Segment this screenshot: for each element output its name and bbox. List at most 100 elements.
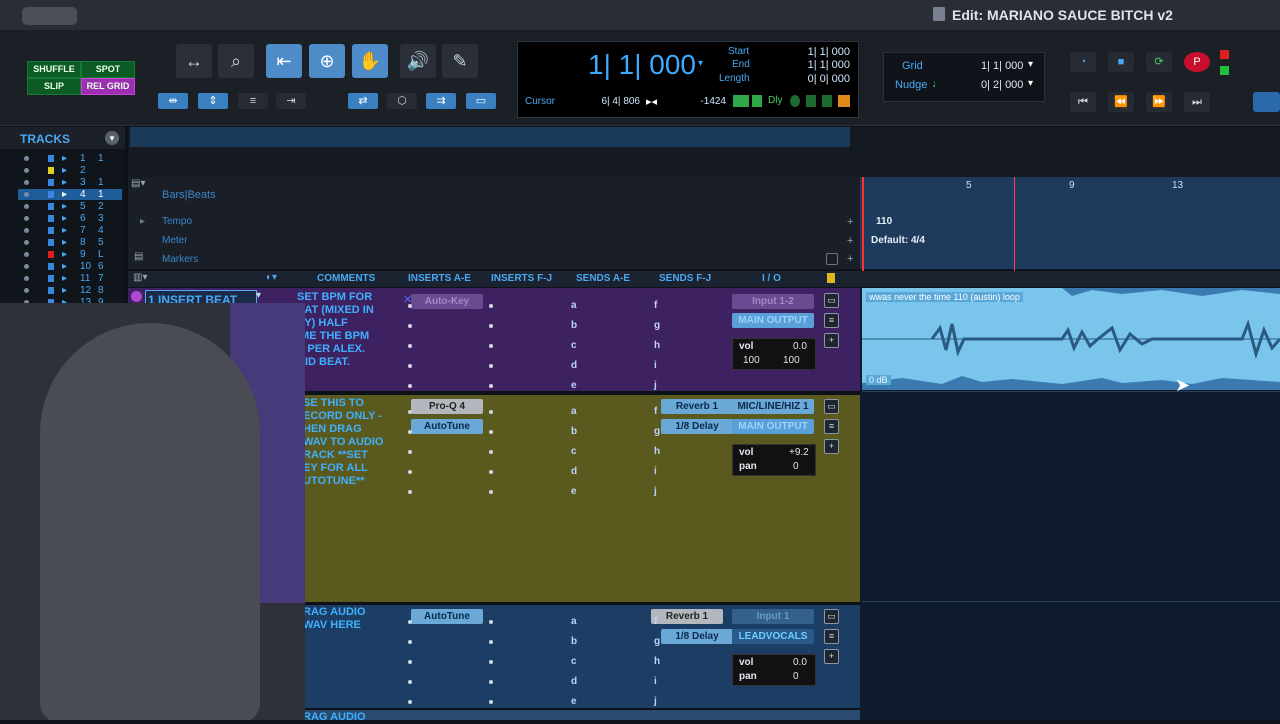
send-slot-letter[interactable]: i bbox=[654, 466, 657, 477]
window-control-button[interactable] bbox=[22, 7, 77, 25]
send-slot-letter[interactable]: d bbox=[571, 466, 577, 477]
record-icon[interactable]: P bbox=[1184, 52, 1210, 72]
add-send-icon[interactable]: + bbox=[824, 649, 839, 664]
magnifier-icon[interactable]: ⌕ bbox=[218, 44, 254, 78]
pause-icon[interactable] bbox=[1253, 92, 1280, 112]
chevron-down-icon[interactable]: ▾ bbox=[1028, 78, 1033, 89]
insert-pro-q4[interactable]: Pro-Q 4 bbox=[411, 399, 483, 414]
send-slot-letter[interactable]: a bbox=[571, 616, 577, 627]
send-slot-letter[interactable]: f bbox=[654, 300, 657, 311]
track-list-item[interactable]: ▸ 12 8 bbox=[18, 285, 122, 296]
send-slot-letter[interactable]: e bbox=[571, 380, 577, 391]
pencil-tool-icon[interactable]: ✎ bbox=[442, 44, 478, 78]
send-slot-letter[interactable]: c bbox=[571, 340, 577, 351]
track-input-selector[interactable]: Input 1 bbox=[732, 609, 814, 624]
vol-value[interactable]: 0.0 bbox=[793, 341, 807, 352]
insertion-follows-icon[interactable]: ▭ bbox=[466, 93, 496, 109]
track-visible-icon[interactable] bbox=[24, 192, 29, 197]
zoom-preset-icon[interactable]: ≡ bbox=[238, 93, 268, 109]
tab-transient-icon[interactable]: ⬡ bbox=[387, 93, 417, 109]
chevron-down-icon[interactable]: ▾ bbox=[256, 290, 261, 301]
send-slot-letter[interactable]: h bbox=[654, 446, 660, 457]
meter-value[interactable]: Default: 4/4 bbox=[871, 235, 925, 246]
empty-insert-slot[interactable] bbox=[489, 324, 493, 328]
send-slot-letter[interactable]: g bbox=[654, 426, 660, 437]
insert-autotune[interactable]: AutoTune bbox=[411, 609, 483, 624]
empty-insert-slot[interactable] bbox=[489, 620, 493, 624]
track-comment[interactable]: RAG AUDIO bbox=[303, 711, 366, 724]
solo-icon[interactable] bbox=[822, 95, 832, 107]
pan-value[interactable]: 0 bbox=[793, 461, 799, 472]
send-slot-letter[interactable]: d bbox=[571, 676, 577, 687]
mirror-midi-icon[interactable]: ⇉ bbox=[426, 93, 456, 109]
send-slot-letter[interactable]: i bbox=[654, 676, 657, 687]
nudge-value[interactable]: 0| 2| 000 bbox=[981, 79, 1023, 91]
send-slot-letter[interactable]: b bbox=[571, 636, 577, 647]
empty-insert-slot[interactable] bbox=[489, 304, 493, 308]
empty-insert-slot[interactable] bbox=[489, 384, 493, 388]
stop-icon[interactable]: ■ bbox=[1108, 52, 1134, 72]
send-slot-letter[interactable]: e bbox=[571, 696, 577, 707]
track-options-icon[interactable]: ▥▾ bbox=[133, 272, 147, 283]
vol-value[interactable]: 0.0 bbox=[793, 657, 807, 668]
track-window-icon[interactable]: ▭ bbox=[824, 609, 839, 624]
chevron-down-icon[interactable]: ▾ bbox=[1028, 59, 1033, 70]
tempo-value[interactable]: 110 bbox=[876, 216, 892, 227]
track-comment[interactable]: SET BPM FOR EAT (MIXED IN EY) HALF IME T… bbox=[297, 291, 374, 369]
send-delay[interactable]: 1/8 Delay bbox=[661, 419, 733, 434]
start-value[interactable]: 1| 1| 000 bbox=[790, 46, 850, 58]
rewind-icon[interactable]: ⏪ bbox=[1108, 92, 1134, 112]
selector-tool-icon[interactable]: ⊕ bbox=[309, 44, 345, 78]
track-visible-icon[interactable] bbox=[24, 168, 29, 173]
track-list-item[interactable]: ▸ 5 2 bbox=[18, 201, 122, 212]
track-visible-icon[interactable] bbox=[24, 204, 29, 209]
send-delay[interactable]: 1/8 Delay bbox=[661, 629, 733, 644]
zoom-toggle-icon[interactable]: ⇹ bbox=[158, 93, 188, 109]
dly-label[interactable]: Dly bbox=[768, 95, 782, 106]
track-visible-icon[interactable] bbox=[24, 156, 29, 161]
track-list-item[interactable]: ▸ 6 3 bbox=[18, 213, 122, 224]
empty-insert-slot[interactable] bbox=[408, 620, 412, 624]
insert-autotune[interactable]: AutoTune bbox=[411, 419, 483, 434]
track-visible-icon[interactable] bbox=[24, 276, 29, 281]
main-counter-value[interactable]: 1| 1| 000 bbox=[588, 49, 696, 81]
send-slot-letter[interactable]: a bbox=[571, 300, 577, 311]
track-output-selector[interactable]: MAIN OUTPUT bbox=[732, 313, 814, 328]
scrubber-speaker-icon[interactable]: 🔊 bbox=[400, 44, 436, 78]
track-visible-icon[interactable] bbox=[24, 264, 29, 269]
send-slot-letter[interactable]: a bbox=[571, 406, 577, 417]
track-list-item[interactable]: ▸ 4 1 bbox=[18, 189, 122, 200]
send-slot-letter[interactable]: d bbox=[571, 360, 577, 371]
volume-pan-box[interactable]: vol 0.0 100 100 bbox=[732, 338, 816, 370]
track-list-item[interactable]: ▸ 9 L bbox=[18, 249, 122, 260]
track-list-item[interactable]: ▸ 2 bbox=[18, 165, 122, 176]
chevron-down-icon[interactable]: ▾ bbox=[698, 58, 703, 69]
midi-icon[interactable] bbox=[733, 95, 749, 107]
zoom-vertical-icon[interactable]: ⇕ bbox=[198, 93, 228, 109]
length-value[interactable]: 0| 0| 000 bbox=[790, 73, 850, 85]
track-visible-icon[interactable] bbox=[24, 240, 29, 245]
ruler-menu-icon[interactable]: ▤▾ bbox=[131, 178, 155, 190]
track-list-item[interactable]: ▸ 10 6 bbox=[18, 261, 122, 272]
view-selector-icon[interactable]: ◐▾ bbox=[266, 272, 277, 283]
fast-forward-icon[interactable]: ⏩ bbox=[1146, 92, 1172, 112]
send-slot-letter[interactable]: j bbox=[654, 380, 657, 391]
pan-value[interactable]: 0 bbox=[793, 671, 799, 682]
audio-region-waveform[interactable] bbox=[862, 288, 1280, 390]
pan-left-value[interactable]: 100 bbox=[743, 355, 760, 366]
slip-mode-button[interactable]: SLIP bbox=[27, 78, 81, 95]
region-gain-label[interactable]: 0 dB bbox=[866, 375, 891, 385]
link-timeline-icon[interactable]: ⇄ bbox=[348, 93, 378, 109]
track-list-item[interactable]: ▸ 11 7 bbox=[18, 273, 122, 284]
add-send-icon[interactable]: + bbox=[824, 333, 839, 348]
send-slot-letter[interactable]: f bbox=[654, 406, 657, 417]
send-reverb[interactable]: Reverb 1 bbox=[661, 399, 733, 414]
track-list-icon[interactable]: ≡ bbox=[824, 629, 839, 644]
send-slot-letter[interactable]: i bbox=[654, 360, 657, 371]
empty-insert-slot[interactable] bbox=[408, 640, 412, 644]
empty-insert-slot[interactable] bbox=[489, 344, 493, 348]
track-window-icon[interactable]: ▭ bbox=[824, 399, 839, 414]
send-slot-letter[interactable]: h bbox=[654, 656, 660, 667]
send-reverb[interactable]: Reverb 1 bbox=[651, 609, 723, 624]
empty-insert-slot[interactable] bbox=[408, 364, 412, 368]
